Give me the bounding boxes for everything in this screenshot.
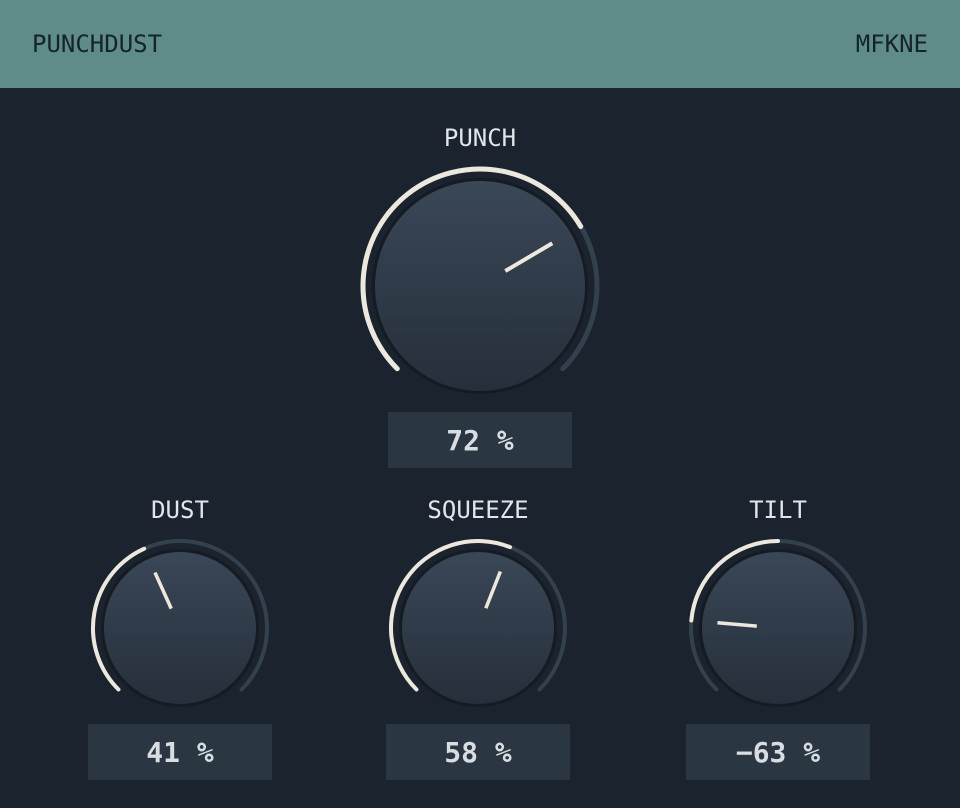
knob-squeeze[interactable] <box>388 538 568 718</box>
knob-dust[interactable] <box>90 538 270 718</box>
brand-label: MFKNE <box>855 30 928 58</box>
knob-body <box>375 181 585 391</box>
knob-punch[interactable] <box>360 166 600 406</box>
value-display-punch[interactable]: 72 % <box>388 412 572 468</box>
value-display-tilt[interactable]: −63 % <box>686 724 870 780</box>
value-display-dust[interactable]: 41 % <box>88 724 272 780</box>
knob-label-punch: PUNCH <box>443 124 517 152</box>
knob-body <box>104 552 256 704</box>
plugin-title: PUNCHDUST <box>32 30 163 58</box>
header-bar: PUNCHDUST MFKNE <box>0 0 960 88</box>
value-display-squeeze[interactable]: 58 % <box>386 724 570 780</box>
knob-label-squeeze: SQUEEZE <box>427 496 529 524</box>
knob-body <box>402 552 554 704</box>
knob-body <box>702 552 854 704</box>
knob-label-tilt: TILT <box>749 496 807 524</box>
knob-tilt[interactable] <box>688 538 868 718</box>
knob-label-dust: DUST <box>151 496 209 524</box>
